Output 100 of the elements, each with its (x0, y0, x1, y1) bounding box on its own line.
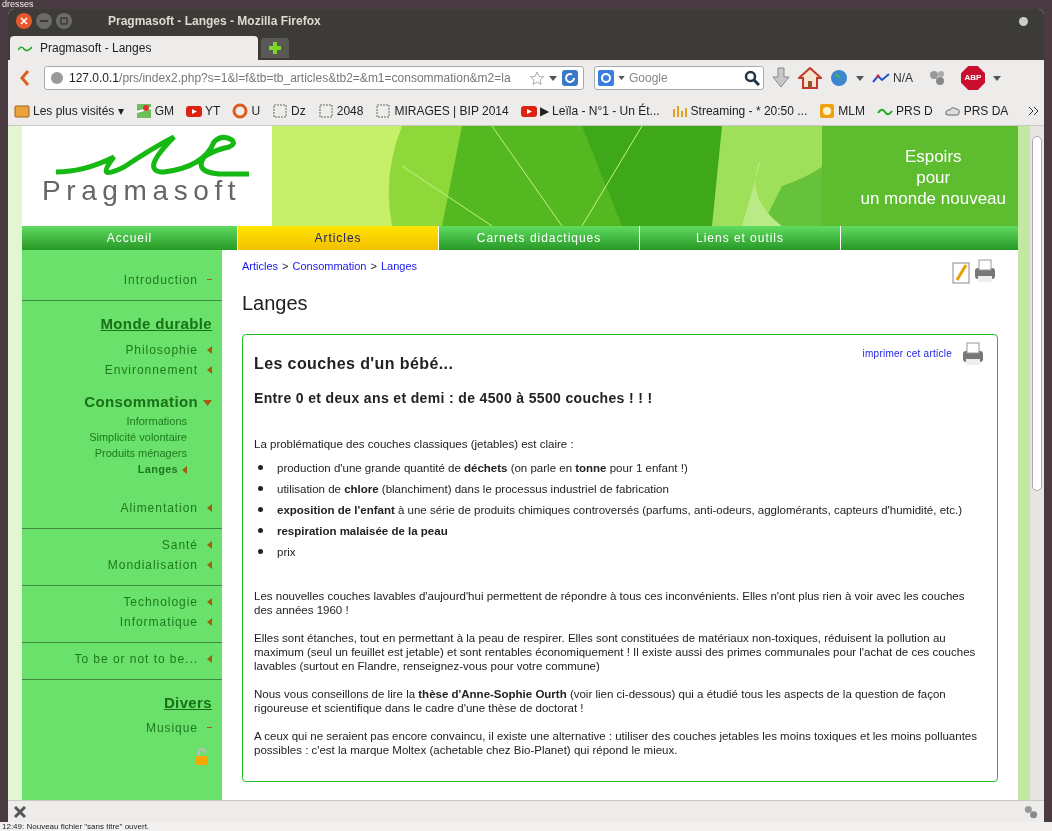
breadcrumb-link[interactable]: Consommation (292, 258, 367, 275)
adblock-button[interactable]: ABP (961, 66, 985, 90)
sidebar-link[interactable]: Environnement (104, 360, 198, 379)
molecule-icon (1024, 804, 1038, 819)
breadcrumb-link[interactable]: Langes (380, 258, 417, 275)
list-item-text: production d'une grande quantité de déchets (on parle en tonne pour 1 enfant !) (277, 461, 688, 475)
arrow-left-icon (207, 345, 212, 354)
arrow-left-icon (207, 597, 212, 606)
bookmark-item[interactable]: Les plus visités ▾ (14, 101, 124, 120)
maximize-icon (60, 17, 68, 25)
sidebar-link[interactable]: Santé (161, 535, 198, 554)
sidebar-subitem[interactable]: Informations (126, 413, 187, 430)
bookmark-item[interactable]: PRS D (876, 101, 933, 120)
back-icon (20, 69, 30, 87)
bookmark-item[interactable]: 2048 (317, 101, 364, 120)
sidebar-heading[interactable]: Monde durable (100, 313, 212, 336)
download-icon[interactable] (772, 67, 790, 89)
sidebar-subitem[interactable]: Langes (137, 461, 178, 478)
bullet-icon (258, 465, 263, 470)
article-title: Les couches d'un bébé... (254, 357, 455, 371)
list-item-text: utilisation de chlore (blanchiment) dans le processus industriel de fabrication (277, 482, 669, 496)
dropdown-icon[interactable] (618, 76, 625, 80)
arrow-left-icon (182, 465, 187, 474)
sidebar-link[interactable]: Mondialisation (107, 555, 198, 574)
sidebar-link[interactable]: Musique (145, 719, 198, 737)
close-icon[interactable] (14, 805, 26, 818)
sidebar-link[interactable]: Introduction (123, 271, 198, 289)
url-field[interactable]: 127.0.0.1/prs/index2.php?s=1&l=f&tb=tb_articles&tb2=&m1=consommation&m2=la (44, 66, 584, 90)
molecule-icon[interactable] (929, 70, 945, 86)
sidebar-link[interactable]: To be or not to be... (74, 649, 198, 668)
bullet-icon (258, 486, 263, 491)
dash-icon (207, 279, 212, 281)
breadcrumb-link[interactable]: Articles (242, 258, 279, 275)
dropdown-icon[interactable] (856, 75, 864, 81)
folder-icon (14, 102, 30, 119)
menu-tab[interactable]: Articles (238, 226, 439, 250)
globe-icon (50, 71, 64, 85)
dropdown-icon[interactable] (549, 75, 557, 81)
page-icon (317, 102, 334, 119)
printer-icon[interactable] (972, 258, 998, 284)
globe-icon[interactable] (830, 69, 848, 87)
dropdown-icon[interactable] (993, 75, 1001, 81)
minimize-icon (40, 20, 48, 22)
status-message: 12:49: Nouveau fichier "sans titre" ouvert. (2, 822, 150, 831)
trend-icon (872, 72, 890, 84)
sidebar-subitem[interactable]: Simplicité volontaire (89, 429, 187, 446)
bullet-icon (258, 528, 263, 533)
print-link[interactable]: imprimer cet article (862, 347, 952, 361)
home-icon[interactable] (798, 67, 822, 89)
site-logo[interactable]: Pragmasoft (42, 176, 242, 206)
bullet-icon (258, 549, 263, 554)
window-title: Pragmasoft - Langes - Mozilla Firefox (108, 13, 321, 30)
printer-icon[interactable] (960, 341, 986, 367)
chevron-right-icon[interactable] (1029, 106, 1038, 115)
close-icon (20, 17, 28, 25)
search-icon[interactable] (744, 70, 760, 86)
ring-icon (232, 102, 249, 119)
bookmark-item[interactable]: Streaming - * 20:50 ... (671, 101, 808, 120)
desktop-text: dresses (2, 0, 34, 9)
sidebar-heading[interactable]: Divers (163, 691, 212, 714)
sidebar-link[interactable]: Philosophie (125, 340, 198, 359)
star-icon[interactable] (530, 71, 544, 85)
bookmark-item[interactable]: YT (186, 101, 221, 120)
sidebar-link[interactable]: Informatique (119, 612, 198, 631)
reload-icon[interactable] (562, 70, 578, 86)
close-button[interactable] (16, 13, 32, 29)
site-tagline: pour (916, 167, 951, 188)
page-title: Langes (242, 291, 309, 316)
bookmark-item[interactable]: ▶ Leïla - N°1 - Un Ét... (520, 101, 660, 120)
site-tagline: un monde nouveau (860, 188, 1006, 209)
sidebar-link[interactable]: Alimentation (120, 498, 198, 517)
bookmark-item[interactable]: MLM (819, 101, 865, 120)
bookmark-item[interactable]: U (232, 101, 261, 120)
site-tagline: Espoirs (904, 146, 962, 167)
breadcrumb-separator: > (370, 259, 377, 274)
sidebar-section[interactable]: Consommation (84, 391, 198, 414)
article-paragraph: Nous vous conseillons de lire la thèse d'Anne-Sophie Ourth (voir lien ci-dessous) qui a étudié tous les aspects de la question de façon rigoureuse et scientifique dans le cadre d'une thèse de doctorat ! (254, 687, 947, 715)
search-field[interactable]: Google (629, 69, 740, 87)
list-item-text: prix (277, 545, 296, 559)
map-icon (135, 102, 152, 119)
search-bar[interactable]: Google (594, 66, 764, 90)
browser-tab[interactable]: Pragmasoft - Langes (10, 36, 258, 60)
wave-icon (18, 44, 32, 52)
bookmark-item[interactable]: Dz (272, 101, 306, 120)
bookmark-item[interactable]: MIRAGES | BIP 2014 (375, 101, 509, 120)
dash-icon (207, 727, 212, 729)
arrow-left-icon (207, 654, 212, 663)
arrow-left-icon (207, 617, 212, 626)
bookmark-item[interactable]: PRS DA (944, 101, 1009, 120)
article-paragraph: La problématique des couches classiques (jetables) est claire : (254, 437, 575, 451)
arrow-left-icon (207, 540, 212, 549)
addon-label[interactable]: N/A (893, 69, 913, 87)
sidebar-subitem[interactable]: Produits ménagers (94, 445, 187, 462)
page-icon (272, 102, 289, 119)
article-subtitle: Entre 0 et deux ans et demi : de 4500 à 5500 couches ! ! ! (254, 391, 654, 405)
search-engine-icon (598, 70, 614, 86)
sidebar-link[interactable]: Technologie (123, 592, 198, 611)
breadcrumb-separator: > (282, 259, 289, 274)
new-tab-button[interactable] (261, 38, 289, 58)
bookmark-item[interactable]: GM (135, 101, 175, 120)
